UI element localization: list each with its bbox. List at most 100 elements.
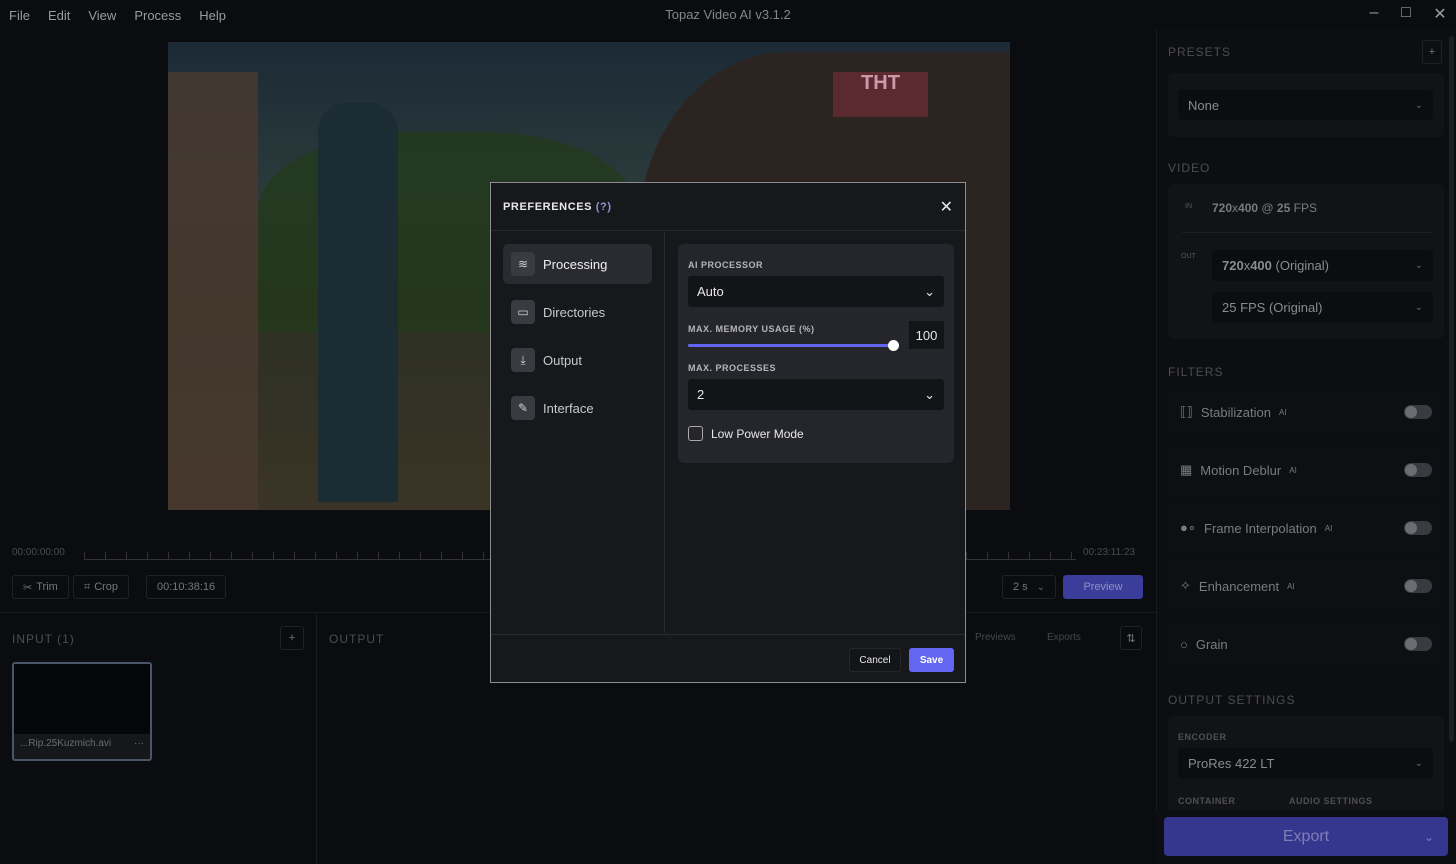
ai-processor-value: Auto: [697, 284, 724, 299]
nav-interface[interactable]: ✎ Interface: [503, 388, 652, 428]
scrollbar[interactable]: [1449, 36, 1454, 742]
encoder-label: ENCODER: [1178, 732, 1227, 742]
output-resolution-select[interactable]: 720x400 (Original) ⌄: [1212, 250, 1433, 281]
chevron-down-icon[interactable]: ⌄: [1424, 830, 1434, 844]
sort-icon[interactable]: ⇅: [1120, 626, 1142, 650]
file-thumbnail: [14, 664, 150, 734]
tab-previews[interactable]: Previews: [975, 632, 1016, 643]
dots-icon: ●∘: [1180, 520, 1196, 535]
nav-label: Processing: [543, 256, 608, 272]
folder-icon: ▭: [511, 300, 535, 324]
frame-interpolation-toggle[interactable]: [1404, 521, 1432, 535]
in-fps: 25: [1276, 201, 1291, 215]
tab-exports[interactable]: Exports: [1047, 632, 1081, 643]
add-preset-button[interactable]: +: [1422, 40, 1442, 64]
filter-grain[interactable]: ○ Grain: [1168, 619, 1444, 669]
stabilization-icon: ⟦⟧: [1180, 404, 1193, 419]
window-title: Topaz Video AI v3.1.2: [665, 7, 791, 22]
low-power-checkbox[interactable]: [688, 426, 703, 441]
timeline-end: 00:23:11:23: [1083, 547, 1136, 558]
duration-value: 2 s: [1013, 581, 1028, 593]
max-processes-select[interactable]: 2 ⌄: [688, 379, 944, 410]
divider: [316, 613, 317, 864]
memory-label: MAX. MEMORY USAGE (%): [688, 324, 815, 334]
output-header: OUTPUT: [329, 632, 385, 646]
ai-processor-select[interactable]: Auto ⌄: [688, 276, 944, 307]
filter-label: Motion Deblur: [1200, 462, 1282, 478]
trim-button[interactable]: ✂ Trim: [12, 575, 69, 599]
sliders-icon: ≋: [511, 252, 535, 276]
output-fps-select[interactable]: 25 FPS (Original) ⌄: [1212, 292, 1433, 323]
memory-slider-thumb[interactable]: [888, 340, 899, 351]
crop-label: Crop: [94, 581, 119, 593]
memory-input[interactable]: 100: [909, 321, 944, 349]
filter-stabilization[interactable]: ⟦⟧ Stabilization AI: [1168, 387, 1444, 437]
preview-button[interactable]: Preview: [1063, 575, 1143, 599]
filter-label: Enhancement: [1198, 578, 1280, 594]
download-icon: ⤓: [511, 348, 535, 372]
out-tag: OUT: [1181, 253, 1196, 260]
in-width: 720: [1212, 201, 1233, 215]
duration-select[interactable]: 2 s ⌄: [1002, 575, 1056, 599]
input-video-info: 720x400 @ 25 FPS: [1212, 201, 1317, 215]
in-fps-unit: FPS: [1290, 201, 1317, 215]
low-power-label: Low Power Mode: [711, 426, 804, 441]
processing-panel: AI PROCESSOR Auto ⌄ MAX. MEMORY USAGE (%)…: [678, 244, 954, 463]
out-width: 720: [1222, 258, 1244, 273]
crop-button[interactable]: ⌗ Crop: [73, 575, 130, 599]
filter-enhancement[interactable]: ✧ Enhancement AI: [1168, 561, 1444, 611]
chevron-down-icon: ⌄: [1414, 99, 1423, 111]
low-power-row[interactable]: Low Power Mode: [688, 426, 944, 441]
output-settings-header: OUTPUT SETTINGS: [1168, 693, 1296, 707]
save-button[interactable]: Save: [909, 648, 954, 672]
enhancement-toggle[interactable]: [1404, 579, 1432, 593]
container-label: CONTAINER: [1178, 796, 1236, 806]
nav-label: Output: [543, 352, 583, 368]
presets-header: PRESETS: [1168, 45, 1232, 59]
filter-motion-deblur[interactable]: ▦ Motion Deblur AI: [1168, 445, 1444, 495]
encoder-value: ProRes 422 LT: [1188, 756, 1275, 771]
stabilization-toggle[interactable]: [1404, 405, 1432, 419]
in-tag: IN: [1185, 203, 1192, 210]
filter-label: Grain: [1195, 636, 1228, 652]
nav-output[interactable]: ⤓ Output: [503, 340, 652, 380]
preset-select[interactable]: None ⌄: [1178, 90, 1433, 120]
motion-deblur-toggle[interactable]: [1404, 463, 1432, 477]
maximize-icon[interactable]: □: [1394, 4, 1418, 26]
more-options-icon[interactable]: ···: [134, 738, 144, 749]
channel-logo: ТНТ: [833, 72, 928, 117]
preferences-dialog: PREFERENCES (?) ✕ ≋ Processing ▭ Directori…: [490, 182, 966, 683]
nav-processing[interactable]: ≋ Processing: [503, 244, 652, 284]
minimize-icon[interactable]: –: [1362, 4, 1386, 26]
audio-settings-label: AUDIO SETTINGS: [1289, 796, 1373, 806]
divider: [1182, 232, 1432, 233]
export-label: Export: [1282, 827, 1330, 845]
ai-processor-label: AI PROCESSOR: [688, 260, 764, 270]
sparkle-icon: ✧: [1180, 578, 1191, 593]
filter-frame-interpolation[interactable]: ●∘ Frame Interpolation AI: [1168, 503, 1444, 553]
grain-toggle[interactable]: [1404, 637, 1432, 651]
file-name: ...Rip.25Kuzmich.avi: [20, 738, 112, 749]
in-at: @: [1258, 201, 1277, 215]
close-dialog-icon[interactable]: ✕: [940, 197, 953, 217]
nav-label: Directories: [543, 304, 606, 320]
chevron-down-icon: ⌄: [924, 386, 935, 402]
nav-label: Interface: [543, 400, 594, 416]
export-button[interactable]: Export ⌄: [1164, 817, 1448, 856]
input-file-card[interactable]: ...Rip.25Kuzmich.avi ···: [12, 662, 152, 761]
current-time-field[interactable]: 00:10:38:16: [146, 575, 226, 599]
out-height: 400: [1250, 258, 1272, 273]
timeline-start: 00:00:00:00: [12, 547, 65, 558]
chevron-down-icon: ⌄: [924, 283, 935, 299]
close-icon[interactable]: ✕: [1428, 4, 1452, 26]
max-processes-label: MAX. PROCESSES: [688, 363, 777, 373]
help-link[interactable]: (?): [596, 201, 612, 213]
add-input-button[interactable]: +: [280, 626, 304, 650]
cancel-button[interactable]: Cancel: [849, 648, 901, 672]
input-header: INPUT (1): [12, 632, 75, 646]
encoder-select[interactable]: ProRes 422 LT ⌄: [1178, 748, 1433, 779]
nav-directories[interactable]: ▭ Directories: [503, 292, 652, 332]
ai-badge: AI: [1324, 523, 1333, 533]
max-processes-value: 2: [697, 387, 705, 402]
memory-slider[interactable]: [688, 340, 899, 351]
